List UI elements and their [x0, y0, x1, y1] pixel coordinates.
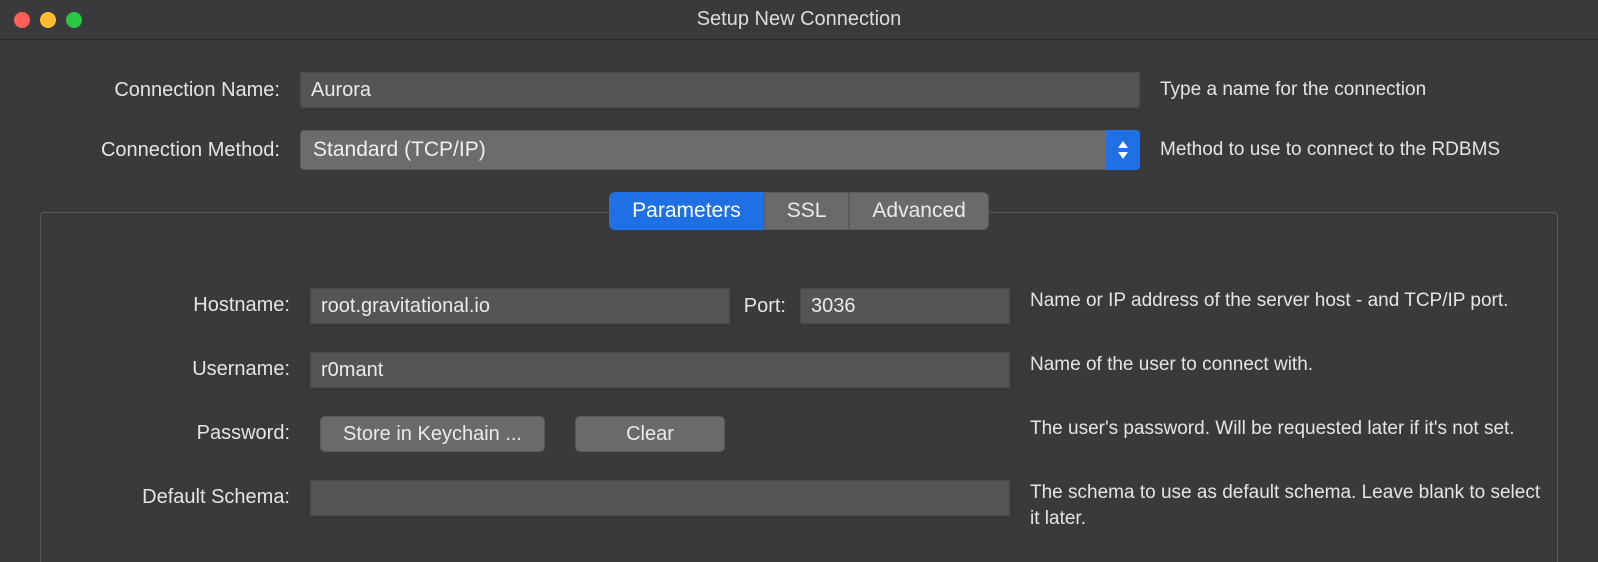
window-titlebar: Setup New Connection [0, 0, 1598, 40]
connection-name-label: Connection Name: [40, 79, 280, 102]
connection-name-input[interactable] [300, 72, 1140, 108]
tab-ssl[interactable]: SSL [764, 192, 850, 230]
window-controls [14, 12, 82, 28]
window-title: Setup New Connection [697, 8, 902, 31]
close-window-button[interactable] [14, 12, 30, 28]
connection-method-select[interactable]: Standard (TCP/IP) [300, 130, 1140, 170]
connection-method-label: Connection Method: [40, 139, 280, 162]
connection-method-hint: Method to use to connect to the RDBMS [1160, 137, 1558, 163]
tab-parameters[interactable]: Parameters [609, 192, 764, 230]
connection-method-value: Standard (TCP/IP) [313, 138, 486, 162]
tab-frame [40, 212, 1558, 562]
connection-name-hint: Type a name for the connection [1160, 77, 1558, 103]
tab-advanced[interactable]: Advanced [849, 192, 988, 230]
minimize-window-button[interactable] [40, 12, 56, 28]
select-arrows-icon[interactable] [1106, 130, 1140, 170]
zoom-window-button[interactable] [66, 12, 82, 28]
tab-bar: Parameters SSL Advanced [40, 192, 1558, 230]
